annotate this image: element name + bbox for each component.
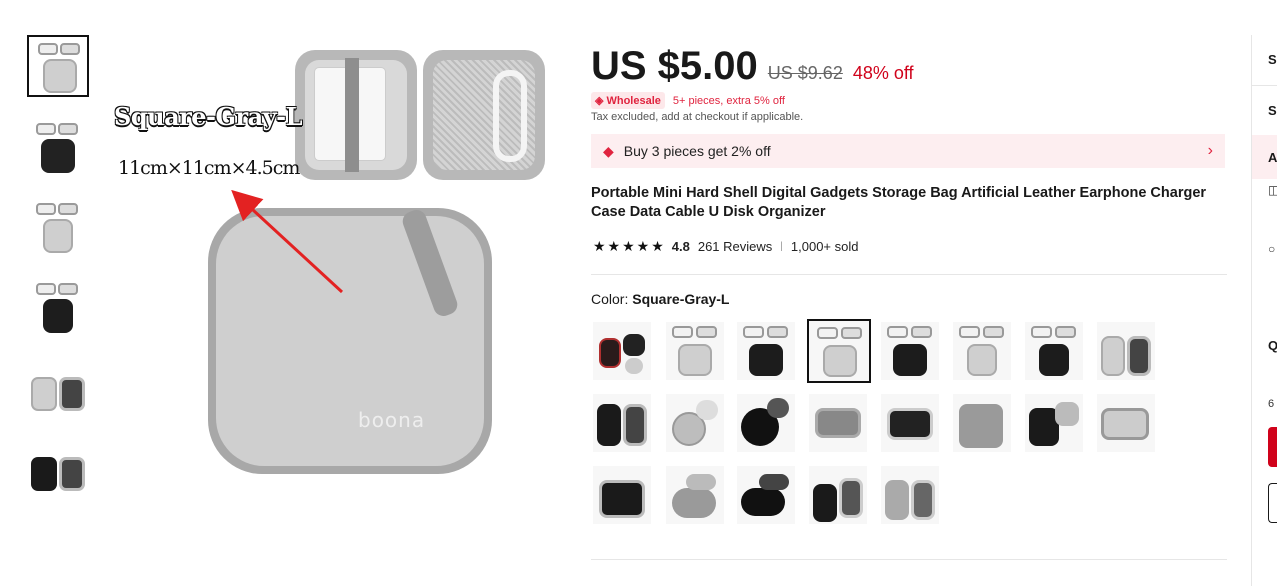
add-to-cart-button[interactable] [1268, 483, 1277, 523]
product-title: Portable Mini Hard Shell Digital Gadgets… [591, 185, 1207, 220]
wholesale-badge-label: Wholesale [606, 94, 661, 107]
discount-percent: 48% off [852, 63, 914, 83]
thumbnail-rect-gray[interactable] [27, 357, 89, 419]
color-swatch[interactable] [809, 394, 867, 452]
thumbnail-bag [43, 59, 77, 93]
color-swatch[interactable] [1097, 322, 1155, 380]
thumbnail-bag [43, 219, 73, 253]
thumbnail-rect-black[interactable] [27, 437, 89, 493]
thumbnail-square-gray-l[interactable] [27, 35, 89, 97]
right-side-panel: S S A ◫ ○ Q 6 [1251, 35, 1277, 586]
color-swatch[interactable] [737, 322, 795, 380]
color-swatch[interactable] [666, 466, 724, 524]
color-swatch[interactable] [666, 322, 724, 380]
thumbnail-list [27, 35, 93, 493]
color-swatch[interactable] [666, 394, 724, 452]
color-swatch[interactable] [881, 466, 939, 524]
current-price: US $5.00 [591, 44, 758, 88]
separator: | [780, 241, 783, 252]
color-swatch[interactable] [1025, 322, 1083, 380]
thumbnail-open-case [31, 377, 85, 411]
color-swatch[interactable] [809, 466, 867, 524]
color-swatch[interactable] [881, 394, 939, 452]
panel-text: 6 [1268, 398, 1275, 410]
color-label: Color: Square-Gray-L [591, 291, 729, 307]
thumbnail-bag [43, 299, 73, 333]
rating-value: 4.8 [671, 239, 690, 254]
main-product-image[interactable]: boona Square-Gray-L 11cm×11cm×4.5cm [100, 40, 570, 510]
color-swatch[interactable] [953, 322, 1011, 380]
thumbnail-bag [41, 139, 75, 173]
chevron-right-icon: › [1207, 142, 1213, 159]
color-swatch[interactable] [737, 394, 795, 452]
color-selected-value: Square-Gray-L [632, 291, 730, 307]
divider [591, 559, 1227, 560]
color-label-prefix: Color: [591, 291, 633, 307]
color-swatch-grid [593, 319, 1173, 530]
thumbnail-square-black[interactable] [27, 117, 89, 179]
color-swatch[interactable] [1025, 394, 1083, 452]
thumbnail-open-case [36, 123, 80, 135]
original-price: US $9.62 [767, 63, 843, 83]
reviews-link[interactable]: 261 Reviews [698, 239, 772, 254]
color-swatch[interactable] [593, 466, 651, 524]
tag-icon: ◈ [595, 95, 604, 107]
promo-banner[interactable]: ◆ Buy 3 pieces get 2% off › [591, 134, 1225, 168]
panel-item[interactable]: A [1268, 150, 1277, 165]
color-swatch[interactable] [953, 394, 1011, 452]
color-swatch[interactable] [737, 466, 795, 524]
color-swatch[interactable] [593, 322, 651, 380]
panel-item[interactable]: S [1268, 103, 1277, 118]
color-swatch[interactable] [1097, 394, 1155, 452]
sold-count: 1,000+ sold [790, 239, 859, 254]
color-swatch[interactable] [881, 322, 939, 380]
color-swatch-selected[interactable] [807, 319, 871, 383]
tax-note: Tax excluded, add at checkout if applica… [591, 111, 804, 123]
panel-item: Q [1268, 338, 1277, 353]
wholesale-badge: ◈ Wholesale [591, 92, 665, 109]
buy-now-button[interactable] [1268, 427, 1277, 467]
red-arrow-icon [231, 189, 344, 294]
wholesale-row: ◈ Wholesale 5+ pieces, extra 5% off [591, 92, 785, 109]
shield-icon: ○ [1268, 242, 1276, 256]
price-row: US $5.00 US $9.62 48% off [591, 44, 914, 89]
truck-icon: ◫ [1268, 183, 1277, 197]
wholesale-note: 5+ pieces, extra 5% off [672, 94, 785, 107]
rating-row: ★★★★★ 4.8 261 Reviews | 1,000+ sold [593, 238, 858, 255]
thumbnail-square-black-m[interactable] [27, 277, 89, 339]
promo-text: Buy 3 pieces get 2% off [623, 143, 771, 159]
panel-item[interactable]: S [1268, 52, 1277, 67]
divider [591, 274, 1227, 275]
thumbnail-open-case [31, 457, 85, 491]
color-swatch[interactable] [593, 394, 651, 452]
thumbnail-open-case [38, 43, 82, 55]
thumbnail-square-gray-m[interactable] [27, 197, 89, 259]
price-tag-icon: ◆ [603, 142, 614, 159]
thumbnail-open-case [36, 283, 80, 295]
thumbnail-open-case [36, 203, 80, 215]
divider [1252, 85, 1277, 86]
star-rating-icon: ★★★★★ [593, 238, 666, 254]
